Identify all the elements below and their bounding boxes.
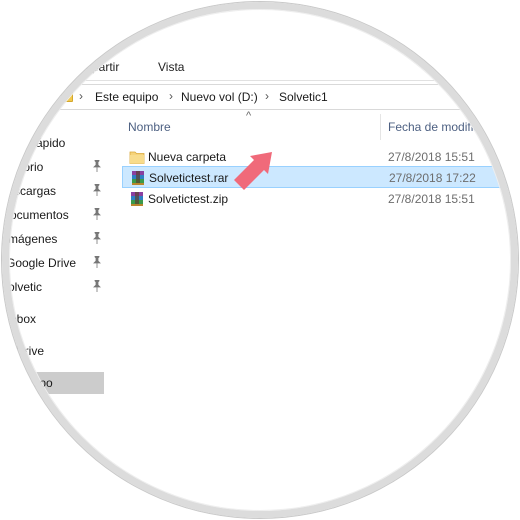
nav-item-label: torio	[20, 160, 44, 174]
sort-ascending-icon: ^	[246, 110, 252, 122]
nav-item-label: mágenes	[8, 232, 58, 246]
chevron-right-icon: ›	[79, 89, 83, 103]
nav-item-label: Drive	[16, 344, 45, 358]
winrar-archive-icon	[131, 192, 143, 206]
nav-item-label: Google Drive	[6, 256, 77, 270]
nav-item-acceso-rapido[interactable]: rápido	[2, 132, 112, 154]
nav-item-label: scargas	[14, 184, 57, 198]
folder-icon	[129, 151, 145, 164]
column-header-nombre[interactable]: Nombre	[128, 120, 171, 134]
pin-icon	[93, 208, 101, 220]
winrar-archive-icon	[132, 171, 144, 185]
file-date: 27/8/2018 15:51	[388, 150, 475, 164]
nav-item-google-drive[interactable]: Google Drive	[2, 252, 112, 274]
column-header-fecha[interactable]: Fecha de modific	[388, 120, 479, 134]
nav-item-onedrive[interactable]: Drive	[2, 340, 112, 362]
file-name: Solvetictest.rar	[149, 171, 229, 185]
tab-compartir[interactable]: mpartir	[82, 60, 119, 74]
ribbon: mpartir Vista	[2, 2, 518, 82]
breadcrumb-solvetic1[interactable]: Solvetic1	[279, 90, 328, 104]
file-row-solvetictest-zip[interactable]: Solvetictest.zip 27/8/2018 15:51	[122, 188, 518, 210]
address-bar[interactable]: › Este equipo › Nuevo vol (D:) › Solveti…	[42, 84, 518, 110]
nav-item-label: ocumentos	[10, 208, 69, 222]
ribbon-divider	[2, 80, 518, 81]
pin-icon	[93, 160, 101, 172]
nav-item-solvetic[interactable]: olvetic	[2, 276, 112, 298]
magnified-explorer-view: mpartir Vista › Este equipo › Nuevo vol …	[2, 2, 518, 518]
pin-icon	[93, 184, 101, 196]
nav-item-label: rápido	[32, 136, 66, 150]
folder-icon	[61, 91, 73, 102]
chevron-right-icon: ›	[265, 89, 269, 103]
nav-item-escritorio[interactable]: torio	[2, 156, 112, 178]
breadcrumb-este-equipo[interactable]: Este equipo	[95, 90, 158, 104]
nav-item-este-equipo[interactable]: uipo	[2, 372, 104, 394]
tab-vista[interactable]: Vista	[158, 60, 184, 74]
pin-icon	[93, 280, 101, 292]
nav-item-descargas[interactable]: scargas	[2, 180, 112, 202]
file-date: 27/8/2018 17:22	[389, 171, 476, 185]
column-divider[interactable]	[380, 114, 381, 140]
breadcrumb-nuevo-vol[interactable]: Nuevo vol (D:)	[181, 90, 258, 104]
file-row-nueva-carpeta[interactable]: Nueva carpeta 27/8/2018 15:51	[122, 146, 518, 168]
file-date: 27/8/2018 15:51	[388, 192, 475, 206]
nav-item-imagenes[interactable]: mágenes	[2, 228, 112, 250]
nav-item-label: olvetic	[8, 280, 43, 294]
file-name: Nueva carpeta	[148, 150, 227, 164]
pin-icon	[93, 232, 101, 244]
pin-icon	[93, 256, 101, 268]
nav-item-documentos[interactable]: ocumentos	[2, 204, 112, 226]
file-name: Solvetictest.zip	[148, 192, 229, 206]
file-row-solvetictest-rar[interactable]: Solvetictest.rar 27/8/2018 17:22	[122, 166, 518, 188]
chevron-right-icon: ›	[169, 89, 173, 103]
nav-item-label: pbox	[10, 312, 37, 326]
pointer-arrow-icon	[234, 152, 272, 190]
nav-item-label: uipo	[30, 376, 53, 390]
nav-item-dropbox[interactable]: pbox	[2, 308, 112, 330]
